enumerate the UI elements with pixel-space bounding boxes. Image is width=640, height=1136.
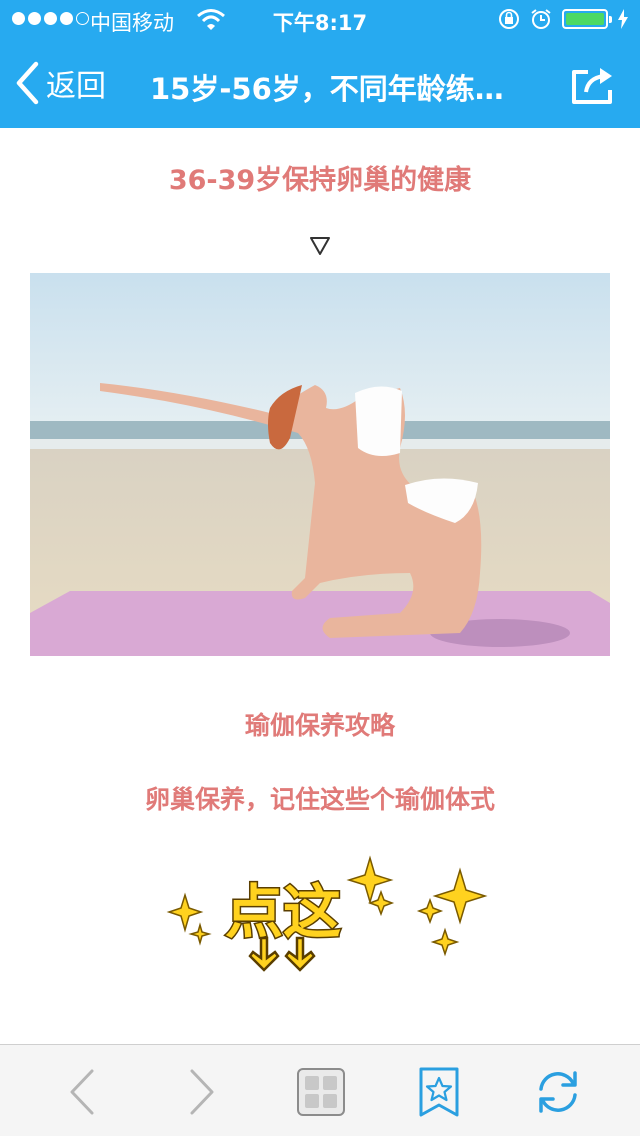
- battery-icon: [562, 9, 612, 29]
- article-content: 36-39岁保持卵巢的健康 瑜伽保养攻略 卵巢保养，记住这些个瑜伽体式 点这: [0, 128, 640, 1044]
- yoga-camel-pose-photo: [30, 273, 610, 656]
- top-bar: 中国移动 下午8:17 返回 15岁-56岁，不同年龄练…: [0, 0, 640, 128]
- navigation-bar: 返回 15岁-56岁，不同年龄练…: [0, 40, 640, 128]
- down-marker: [309, 236, 331, 256]
- subheading-poses: 卵巢保养，记住这些个瑜伽体式: [144, 785, 495, 814]
- orientation-lock-icon: [499, 9, 519, 29]
- subheading: 瑜伽保养攻略: [244, 711, 395, 740]
- chevron-left-icon: [16, 61, 39, 105]
- bottom-toolbar: [0, 1044, 640, 1136]
- page-title: 15岁-56岁，不同年龄练…: [150, 72, 504, 106]
- refresh-icon[interactable]: [533, 1067, 583, 1117]
- status-bar: 中国移动 下午8:17: [0, 0, 640, 40]
- chevron-left-icon[interactable]: [58, 1067, 108, 1117]
- tabs-icon[interactable]: [296, 1067, 346, 1117]
- alarm-icon: [531, 9, 551, 29]
- back-label: 返回: [46, 69, 106, 104]
- back-button[interactable]: 返回: [14, 60, 106, 106]
- chevron-right-icon[interactable]: [176, 1067, 226, 1117]
- share-icon[interactable]: [570, 62, 618, 106]
- sticker-text: 点这: [225, 878, 341, 946]
- charging-icon: [618, 9, 628, 29]
- star-bookmark-icon[interactable]: [414, 1067, 464, 1117]
- click-here-sticker[interactable]: 点这: [165, 850, 495, 980]
- section-heading: 36-39岁保持卵巢的健康: [168, 165, 472, 196]
